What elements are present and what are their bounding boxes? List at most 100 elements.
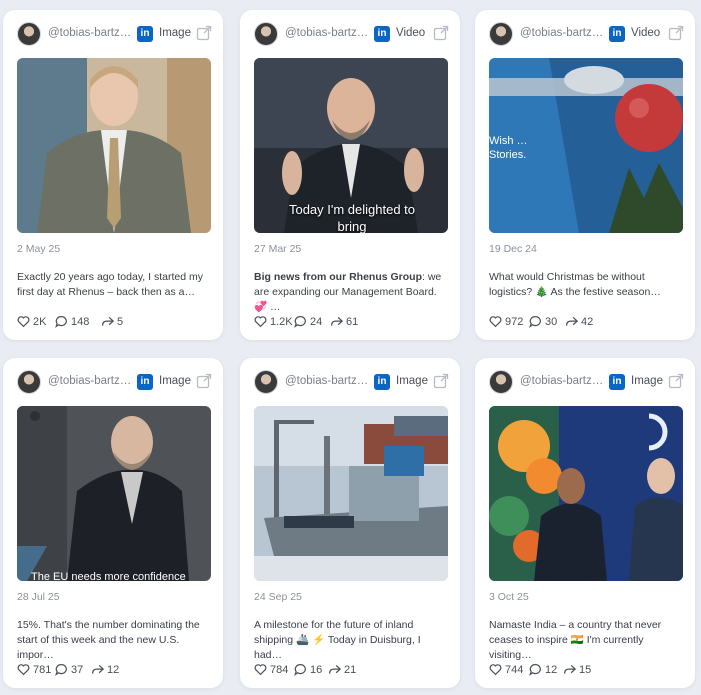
- post-date: 27 Mar 25: [254, 243, 302, 255]
- post-date: 28 Jul 25: [17, 591, 60, 603]
- external-link-icon[interactable]: [668, 373, 684, 389]
- shares-count: 42: [581, 316, 594, 328]
- post-card[interactable]: @tobias-bartz-… in Image 3 Oct 25 Namast…: [475, 358, 695, 688]
- post-text: Big news from our Rhenus Group: we are e…: [254, 270, 446, 315]
- post-video-thumbnail[interactable]: Today I'm delighted to bring: [254, 58, 448, 233]
- share-icon: [102, 316, 114, 326]
- shares-count: 15: [579, 664, 592, 676]
- post-text-bold: Big news from our Rhenus Group: [254, 271, 423, 283]
- share-icon: [331, 316, 343, 326]
- post-text: A milestone for the future of inland shi…: [254, 618, 446, 663]
- post-text: Exactly 20 years ago today, I started my…: [17, 270, 209, 300]
- avatar[interactable]: [17, 370, 41, 394]
- post-grid: @tobias-bartz-… in Image 2 May 25 Exactl…: [0, 0, 701, 695]
- linkedin-icon: in: [609, 26, 625, 42]
- external-link-icon[interactable]: [196, 373, 212, 389]
- post-card[interactable]: @tobias-bartz-… in Image 2 May 25 Exactl…: [3, 10, 223, 340]
- likes-count: 972: [505, 316, 524, 328]
- comments-count: 12: [545, 664, 558, 676]
- heart-icon: [17, 316, 30, 328]
- comments-count: 37: [71, 664, 84, 676]
- comment-icon: [294, 316, 306, 328]
- avatar[interactable]: [254, 22, 278, 46]
- heart-icon: [254, 316, 267, 328]
- external-link-icon[interactable]: [433, 25, 449, 41]
- author-handle[interactable]: @tobias-bartz-…: [285, 27, 369, 39]
- comment-icon: [294, 664, 306, 676]
- video-caption: Today I'm delighted to bring: [288, 202, 416, 233]
- author-handle[interactable]: @tobias-bartz-…: [48, 375, 132, 387]
- post-text-body: 15%. That's the number dominating the st…: [17, 619, 200, 661]
- post-header: @tobias-bartz-… in Image: [475, 370, 695, 394]
- shares-count: 61: [346, 316, 359, 328]
- heart-icon: [489, 664, 502, 676]
- post-card[interactable]: @tobias-bartz-… in Video Wish … Stories.…: [475, 10, 695, 340]
- avatar[interactable]: [489, 370, 513, 394]
- comment-icon: [529, 664, 541, 676]
- linkedin-icon: in: [374, 26, 390, 42]
- likes-count: 784: [270, 664, 289, 676]
- post-date: 24 Sep 25: [254, 591, 302, 603]
- post-text-body: What would Christmas be without logistic…: [489, 271, 661, 298]
- external-link-icon[interactable]: [196, 25, 212, 41]
- post-type-label: Image: [396, 375, 428, 387]
- linkedin-icon: in: [137, 26, 153, 42]
- shares-count: 12: [107, 664, 120, 676]
- comments-count: 16: [310, 664, 323, 676]
- comment-icon: [529, 316, 541, 328]
- shares-count: 21: [344, 664, 357, 676]
- post-type-label: Image: [159, 375, 191, 387]
- post-header: @tobias-bartz-… in Image: [3, 370, 223, 394]
- post-text: What would Christmas be without logistic…: [489, 270, 681, 300]
- external-link-icon[interactable]: [433, 373, 449, 389]
- heart-icon: [254, 664, 267, 676]
- post-image[interactable]: [254, 406, 448, 581]
- post-image[interactable]: [17, 58, 211, 233]
- author-handle[interactable]: @tobias-bartz-…: [285, 375, 369, 387]
- linkedin-icon: in: [609, 374, 625, 390]
- video-caption: Wish … Stories.: [489, 135, 528, 161]
- avatar[interactable]: [254, 370, 278, 394]
- post-type-label: Video: [631, 27, 661, 39]
- share-icon: [566, 316, 578, 326]
- comment-icon: [55, 316, 67, 328]
- post-date: 3 Oct 25: [489, 591, 529, 603]
- heart-icon: [489, 316, 502, 328]
- post-header: @tobias-bartz-… in Image: [3, 22, 223, 46]
- author-handle[interactable]: @tobias-bartz-…: [520, 375, 604, 387]
- comments-count: 24: [310, 316, 323, 328]
- share-icon: [92, 664, 104, 674]
- post-video-thumbnail[interactable]: Wish … Stories.: [489, 58, 683, 233]
- post-card[interactable]: @tobias-bartz-… in Image The EU needs mo…: [3, 358, 223, 688]
- avatar[interactable]: [489, 22, 513, 46]
- post-text-body: A milestone for the future of inland shi…: [254, 619, 421, 661]
- comments-count: 148: [71, 316, 90, 328]
- author-handle[interactable]: @tobias-bartz-…: [520, 27, 604, 39]
- comments-count: 30: [545, 316, 558, 328]
- heart-icon: [17, 664, 30, 676]
- likes-count: 781: [33, 664, 52, 676]
- post-card[interactable]: @tobias-bartz-… in Video Today I'm delig…: [240, 10, 460, 340]
- external-link-icon[interactable]: [668, 25, 684, 41]
- post-date: 2 May 25: [17, 243, 61, 255]
- share-icon: [564, 664, 576, 674]
- post-text: Namaste India – a country that never cea…: [489, 618, 681, 663]
- comment-icon: [55, 664, 67, 676]
- post-image[interactable]: [489, 406, 683, 581]
- post-card[interactable]: @tobias-bartz-… in Image 24 Sep 25 A mil…: [240, 358, 460, 688]
- post-image[interactable]: The EU needs more confidence: [17, 406, 211, 581]
- likes-count: 1.2K: [270, 316, 293, 328]
- post-text-body: Exactly 20 years ago today, I started my…: [17, 271, 203, 298]
- post-type-label: Video: [396, 27, 426, 39]
- author-handle[interactable]: @tobias-bartz-…: [48, 27, 132, 39]
- post-header: @tobias-bartz-… in Video: [475, 22, 695, 46]
- linkedin-icon: in: [137, 374, 153, 390]
- linkedin-icon: in: [374, 374, 390, 390]
- post-type-label: Image: [159, 27, 191, 39]
- shares-count: 5: [117, 316, 124, 328]
- avatar[interactable]: [17, 22, 41, 46]
- post-text-body: Namaste India – a country that never cea…: [489, 619, 662, 661]
- post-type-label: Image: [631, 375, 663, 387]
- post-header: @tobias-bartz-… in Video: [240, 22, 460, 46]
- likes-count: 2K: [33, 316, 47, 328]
